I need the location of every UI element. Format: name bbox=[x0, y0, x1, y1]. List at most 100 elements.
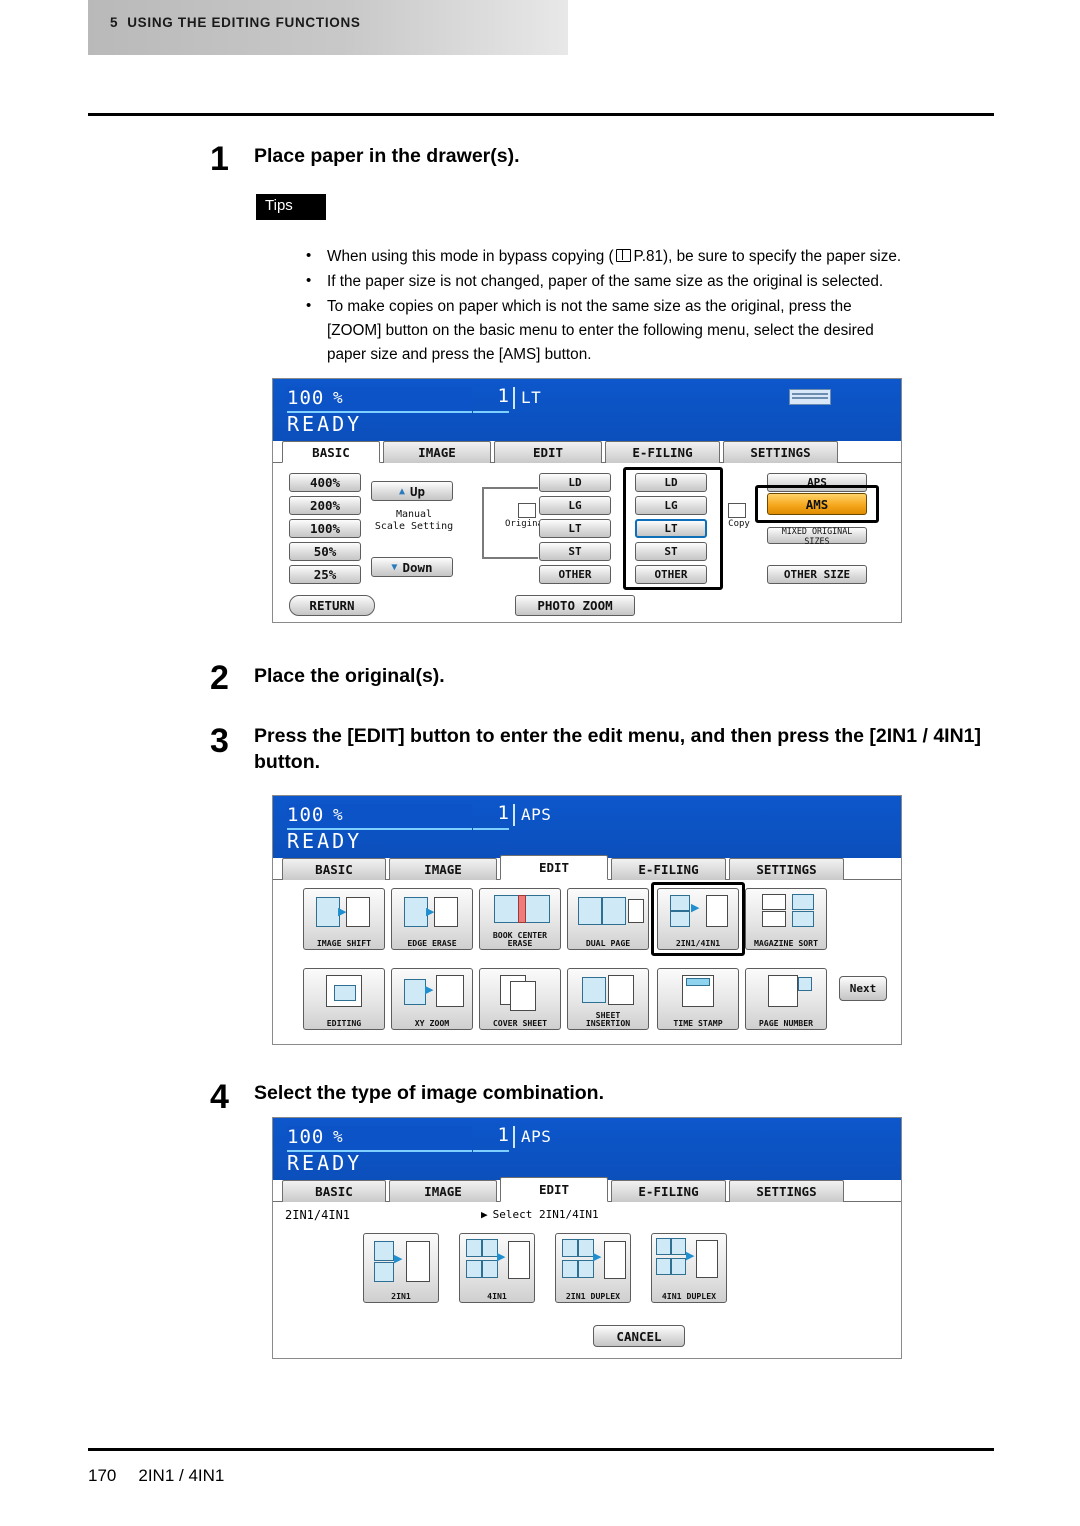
cover-sheet-button[interactable]: COVER SHEET bbox=[479, 968, 561, 1030]
manual-scale-setting-label: Manual Scale Setting bbox=[369, 509, 459, 533]
lcd-panel-edit[interactable]: 100 % 1 APS READY BASIC IMAGE EDIT E-FIL… bbox=[272, 795, 902, 1045]
tips-item-1-part-a: When using this mode in bypass copying ( bbox=[327, 248, 614, 266]
zoom-ratio-value: 100 bbox=[287, 387, 325, 409]
page-number-icon bbox=[746, 969, 826, 1019]
ratio-50-button[interactable]: 50% bbox=[289, 542, 361, 561]
original-size-lt-button[interactable]: LT bbox=[539, 519, 611, 538]
down-arrow-icon: ▼ bbox=[391, 561, 398, 573]
edit-tab-settings[interactable]: SETTINGS bbox=[729, 858, 844, 880]
cover-sheet-icon bbox=[480, 969, 560, 1019]
page-number-button[interactable]: PAGE NUMBER bbox=[745, 968, 827, 1030]
up-arrow-icon: ▲ bbox=[398, 485, 405, 497]
lcd-panel-2in1-select[interactable]: 100 % 1 APS READY BASIC IMAGE EDIT E-FIL… bbox=[272, 1117, 902, 1359]
step-1-title: Place paper in the drawer(s). bbox=[254, 145, 520, 167]
2in1-4in1-button[interactable]: ▶ 2IN1/4IN1 bbox=[657, 888, 739, 950]
sel-tab-settings[interactable]: SETTINGS bbox=[729, 1180, 844, 1202]
dual-page-button[interactable]: DUAL PAGE bbox=[567, 888, 649, 950]
xy-zoom-button[interactable]: ▶ XY ZOOM bbox=[391, 968, 473, 1030]
image-shift-label: IMAGE SHIFT bbox=[316, 938, 372, 949]
zoom-down-button[interactable]: ▼ Down bbox=[371, 557, 453, 577]
edit-tab-efiling[interactable]: E-FILING bbox=[611, 858, 726, 880]
return-button[interactable]: RETURN bbox=[289, 595, 375, 616]
copy-size-ld-button[interactable]: LD bbox=[635, 473, 707, 492]
book-center-erase-icon bbox=[480, 889, 560, 931]
sel-tab-efiling[interactable]: E-FILING bbox=[611, 1180, 726, 1202]
step-3-title: Press the [EDIT] button to enter the edi… bbox=[254, 725, 982, 773]
ams-button[interactable]: AMS bbox=[767, 493, 867, 515]
original-page-icon bbox=[518, 503, 536, 518]
tips-item-2: If the paper size is not changed, paper … bbox=[298, 269, 1040, 294]
option-4in1-icon: ▶ bbox=[460, 1234, 534, 1292]
editing-label: EDITING bbox=[326, 1018, 362, 1029]
copy-size-other-button[interactable]: OTHER bbox=[635, 565, 707, 584]
tab-efiling[interactable]: E-FILING bbox=[605, 441, 720, 463]
zoom-up-button[interactable]: ▲ Up bbox=[371, 481, 453, 501]
edit-zoom-ratio-field: 100 % bbox=[287, 804, 472, 830]
footer-section-title: 2IN1 / 4IN1 bbox=[138, 1466, 225, 1485]
chapter-title: USING THE EDITING FUNCTIONS bbox=[127, 15, 361, 30]
book-center-erase-label-l2: ERASE bbox=[507, 938, 533, 949]
copy-size-lt-button[interactable]: LT bbox=[635, 519, 707, 538]
image-shift-button[interactable]: ▶ IMAGE SHIFT bbox=[303, 888, 385, 950]
drawer-paper-icon bbox=[789, 389, 831, 405]
original-size-lg-button[interactable]: LG bbox=[539, 496, 611, 515]
edge-erase-button[interactable]: ▶ EDGE ERASE bbox=[391, 888, 473, 950]
edit-tab-image[interactable]: IMAGE bbox=[389, 858, 497, 880]
tips-item-3-line-3: paper size and press the [AMS] button. bbox=[327, 346, 592, 364]
edit-tab-edit[interactable]: EDIT bbox=[500, 855, 608, 880]
option-4in1-duplex-label: 4IN1 DUPLEX bbox=[661, 1291, 717, 1302]
status-separator bbox=[513, 387, 515, 409]
copy-label: Copy bbox=[728, 519, 750, 529]
copy-page-icon bbox=[728, 503, 746, 518]
option-2in1-duplex-button[interactable]: ▶ 2IN1 DUPLEX bbox=[555, 1233, 631, 1303]
tab-basic[interactable]: BASIC bbox=[282, 441, 380, 463]
next-button[interactable]: Next bbox=[839, 976, 887, 1001]
magazine-sort-icon bbox=[746, 889, 826, 939]
time-stamp-button[interactable]: TIME STAMP bbox=[657, 968, 739, 1030]
cancel-button[interactable]: CANCEL bbox=[593, 1325, 685, 1347]
edit-zoom-ratio-value: 100 bbox=[287, 804, 325, 826]
page-number-label: PAGE NUMBER bbox=[758, 1018, 814, 1029]
ready-status-text: READY bbox=[287, 412, 363, 436]
sheet-insertion-button[interactable]: SHEET INSERTION bbox=[567, 968, 649, 1030]
lcd-panel-zoom[interactable]: 100 % 1 LT READY BASIC IMAGE EDIT E-FILI… bbox=[272, 378, 902, 623]
magazine-sort-button[interactable]: MAGAZINE SORT bbox=[745, 888, 827, 950]
tab-image[interactable]: IMAGE bbox=[383, 441, 491, 463]
time-stamp-icon bbox=[658, 969, 738, 1019]
option-2in1-button[interactable]: ▶ 2IN1 bbox=[363, 1233, 439, 1303]
tab-edit[interactable]: EDIT bbox=[494, 441, 602, 463]
edit-paper-size-indicator: APS bbox=[521, 805, 552, 824]
tips-label: Tips bbox=[265, 197, 293, 214]
original-size-ld-button[interactable]: LD bbox=[539, 473, 611, 492]
tips-label-tab: Tips bbox=[256, 194, 326, 220]
tab-settings[interactable]: SETTINGS bbox=[723, 441, 838, 463]
option-4in1-button[interactable]: ▶ 4IN1 bbox=[459, 1233, 535, 1303]
edit-tab-basic[interactable]: BASIC bbox=[282, 858, 386, 880]
sel-tab-image[interactable]: IMAGE bbox=[389, 1180, 497, 1202]
option-4in1-label: 4IN1 bbox=[487, 1291, 507, 1302]
original-size-st-button[interactable]: ST bbox=[539, 542, 611, 561]
book-center-erase-button[interactable]: BOOK CENTER ERASE bbox=[479, 888, 561, 950]
photo-zoom-button[interactable]: PHOTO ZOOM bbox=[515, 595, 635, 616]
ratio-25-button[interactable]: 25% bbox=[289, 565, 361, 584]
editing-button[interactable]: EDITING bbox=[303, 968, 385, 1030]
tips-item-3-line-2: [ZOOM] button on the basic menu to enter… bbox=[327, 322, 874, 340]
sel-tab-basic[interactable]: BASIC bbox=[282, 1180, 386, 1202]
copy-size-st-button[interactable]: ST bbox=[635, 542, 707, 561]
other-size-button[interactable]: OTHER SIZE bbox=[767, 565, 867, 584]
ratio-100-button[interactable]: 100% bbox=[289, 519, 361, 538]
original-size-other-button[interactable]: OTHER bbox=[539, 565, 611, 584]
2in1-4in1-icon: ▶ bbox=[658, 889, 738, 939]
copy-size-lg-button[interactable]: LG bbox=[635, 496, 707, 515]
connector-left-bottom bbox=[482, 557, 538, 559]
sel-zoom-ratio-field: 100 % bbox=[287, 1126, 472, 1152]
connector-left-top bbox=[482, 487, 538, 489]
paper-size-indicator: LT bbox=[521, 388, 542, 407]
option-4in1-duplex-button[interactable]: ▶ 4IN1 DUPLEX bbox=[651, 1233, 727, 1303]
ratio-200-button[interactable]: 200% bbox=[289, 496, 361, 515]
dual-page-label: DUAL PAGE bbox=[585, 938, 631, 949]
ratio-400-button[interactable]: 400% bbox=[289, 473, 361, 492]
mixed-original-sizes-button[interactable]: MIXED ORIGINAL SIZES bbox=[767, 526, 867, 546]
sel-tab-edit[interactable]: EDIT bbox=[500, 1177, 608, 1202]
sel-ready-status-text: READY bbox=[287, 1151, 363, 1175]
